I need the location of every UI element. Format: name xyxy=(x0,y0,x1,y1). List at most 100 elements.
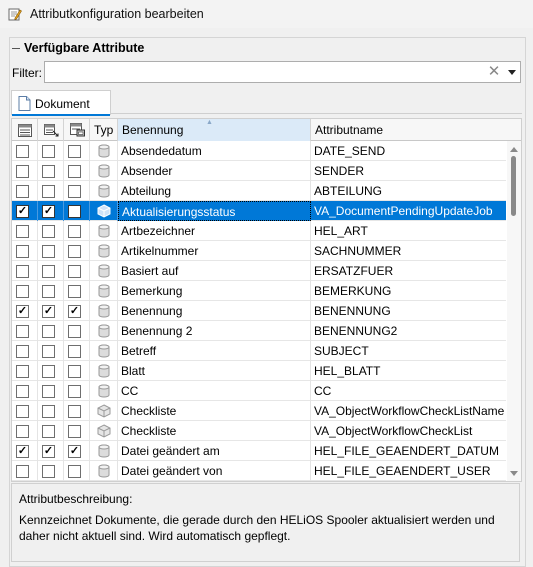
sortable-checkbox[interactable] xyxy=(42,425,55,438)
tab-dokument[interactable]: Dokument xyxy=(11,90,111,116)
sortable-checkbox[interactable] xyxy=(42,185,55,198)
name-cell[interactable]: Artbezeichner xyxy=(118,221,311,241)
visible-checkbox[interactable]: ✓ xyxy=(16,205,29,218)
name-cell[interactable]: Aktualisierungsstatus xyxy=(118,201,311,221)
scroll-down-icon[interactable] xyxy=(510,471,518,476)
name-cell[interactable]: Abteilung xyxy=(118,181,311,201)
sortable-checkbox[interactable] xyxy=(42,345,55,358)
printable-checkbox[interactable] xyxy=(68,405,81,418)
attribute-key-cell[interactable]: VA_ObjectWorkflowCheckListName xyxy=(311,401,506,421)
table-row[interactable]: CC CC xyxy=(12,381,506,401)
visible-checkbox[interactable] xyxy=(16,165,29,178)
column-header-list[interactable] xyxy=(12,119,38,141)
sortable-checkbox[interactable] xyxy=(42,385,55,398)
attribute-key-cell[interactable]: SENDER xyxy=(311,161,506,181)
column-header-sort[interactable] xyxy=(38,119,64,141)
name-cell[interactable]: Absender xyxy=(118,161,311,181)
chevron-down-icon[interactable] xyxy=(506,64,518,80)
attribute-key-cell[interactable]: BENENNUNG xyxy=(311,301,506,321)
collapse-dash-icon[interactable] xyxy=(12,47,20,49)
column-header-print[interactable] xyxy=(64,119,90,141)
table-row[interactable]: Checkliste VA_ObjectWorkflowCheckListName xyxy=(12,401,506,421)
name-cell[interactable]: Checkliste xyxy=(118,421,311,441)
attribute-key-cell[interactable]: VA_ObjectWorkflowCheckList xyxy=(311,421,506,441)
column-header-typ[interactable]: Typ xyxy=(90,119,118,141)
visible-checkbox[interactable] xyxy=(16,325,29,338)
table-row[interactable]: ✓ ✓ Aktualisierungsstatus VA_DocumentPendin… xyxy=(12,201,506,221)
vertical-scrollbar[interactable] xyxy=(507,141,521,481)
printable-checkbox[interactable] xyxy=(68,365,81,378)
visible-checkbox[interactable] xyxy=(16,465,29,478)
name-cell[interactable]: Absendedatum xyxy=(118,141,311,161)
table-row[interactable]: Bemerkung BEMERKUNG xyxy=(12,281,506,301)
name-cell[interactable]: Artikelnummer xyxy=(118,241,311,261)
column-header-attributname[interactable]: Attributname xyxy=(311,119,521,141)
table-row[interactable]: Benennung 2 BENENNUNG2 xyxy=(12,321,506,341)
printable-checkbox[interactable] xyxy=(68,165,81,178)
visible-checkbox[interactable] xyxy=(16,425,29,438)
name-cell[interactable]: Datei geändert von xyxy=(118,461,311,481)
table-row[interactable]: ✓ ✓ ✓ Benennung BENENNUNG xyxy=(12,301,506,321)
sortable-checkbox[interactable] xyxy=(42,365,55,378)
visible-checkbox[interactable]: ✓ xyxy=(16,305,29,318)
sortable-checkbox[interactable] xyxy=(42,465,55,478)
sortable-checkbox[interactable]: ✓ xyxy=(42,205,55,218)
scroll-thumb[interactable] xyxy=(511,156,516,216)
table-row[interactable]: Betreff SUBJECT xyxy=(12,341,506,361)
printable-checkbox[interactable] xyxy=(68,425,81,438)
table-row[interactable]: Abteilung ABTEILUNG xyxy=(12,181,506,201)
visible-checkbox[interactable] xyxy=(16,285,29,298)
table-row[interactable]: Basiert auf ERSATZFUER xyxy=(12,261,506,281)
printable-checkbox[interactable] xyxy=(68,225,81,238)
table-row[interactable]: Absender SENDER xyxy=(12,161,506,181)
filter-input[interactable] xyxy=(47,63,477,81)
attribute-key-cell[interactable]: HEL_FILE_GEAENDERT_USER xyxy=(311,461,506,481)
table-row[interactable]: Datei geändert von HEL_FILE_GEAENDERT_USE… xyxy=(12,461,506,481)
name-cell[interactable]: Betreff xyxy=(118,341,311,361)
table-row[interactable]: Artikelnummer SACHNUMMER xyxy=(12,241,506,261)
printable-checkbox[interactable] xyxy=(68,385,81,398)
column-header-benennung[interactable]: ▲ Benennung xyxy=(118,119,311,141)
visible-checkbox[interactable] xyxy=(16,385,29,398)
sortable-checkbox[interactable] xyxy=(42,265,55,278)
visible-checkbox[interactable] xyxy=(16,265,29,278)
printable-checkbox[interactable]: ✓ xyxy=(68,305,81,318)
printable-checkbox[interactable] xyxy=(68,465,81,478)
visible-checkbox[interactable] xyxy=(16,345,29,358)
attribute-key-cell[interactable]: ERSATZFUER xyxy=(311,261,506,281)
visible-checkbox[interactable]: ✓ xyxy=(16,445,29,458)
sortable-checkbox[interactable] xyxy=(42,285,55,298)
printable-checkbox[interactable] xyxy=(68,265,81,278)
visible-checkbox[interactable] xyxy=(16,245,29,258)
printable-checkbox[interactable] xyxy=(68,185,81,198)
table-row[interactable]: Checkliste VA_ObjectWorkflowCheckList xyxy=(12,421,506,441)
printable-checkbox[interactable]: ✓ xyxy=(68,445,81,458)
visible-checkbox[interactable] xyxy=(16,365,29,378)
clear-filter-icon[interactable]: ✕ xyxy=(486,64,502,80)
attribute-key-cell[interactable]: BENENNUNG2 xyxy=(311,321,506,341)
table-row[interactable]: Blatt HEL_BLATT xyxy=(12,361,506,381)
attribute-key-cell[interactable]: SACHNUMMER xyxy=(311,241,506,261)
filter-combobox[interactable]: ✕ xyxy=(44,61,521,83)
table-row[interactable]: Absendedatum DATE_SEND xyxy=(12,141,506,161)
sortable-checkbox[interactable] xyxy=(42,325,55,338)
name-cell[interactable]: Blatt xyxy=(118,361,311,381)
visible-checkbox[interactable] xyxy=(16,185,29,198)
printable-checkbox[interactable] xyxy=(68,145,81,158)
attribute-key-cell[interactable]: SUBJECT xyxy=(311,341,506,361)
sortable-checkbox[interactable] xyxy=(42,225,55,238)
printable-checkbox[interactable] xyxy=(68,245,81,258)
visible-checkbox[interactable] xyxy=(16,405,29,418)
attribute-key-cell[interactable]: CC xyxy=(311,381,506,401)
attribute-key-cell[interactable]: ABTEILUNG xyxy=(311,181,506,201)
sortable-checkbox[interactable] xyxy=(42,165,55,178)
table-row[interactable]: Artbezeichner HEL_ART xyxy=(12,221,506,241)
sortable-checkbox[interactable]: ✓ xyxy=(42,445,55,458)
printable-checkbox[interactable] xyxy=(68,345,81,358)
sortable-checkbox[interactable] xyxy=(42,405,55,418)
name-cell[interactable]: Datei geändert am xyxy=(118,441,311,461)
printable-checkbox[interactable] xyxy=(68,205,81,218)
name-cell[interactable]: Benennung xyxy=(118,301,311,321)
sortable-checkbox[interactable]: ✓ xyxy=(42,305,55,318)
attribute-key-cell[interactable]: DATE_SEND xyxy=(311,141,506,161)
